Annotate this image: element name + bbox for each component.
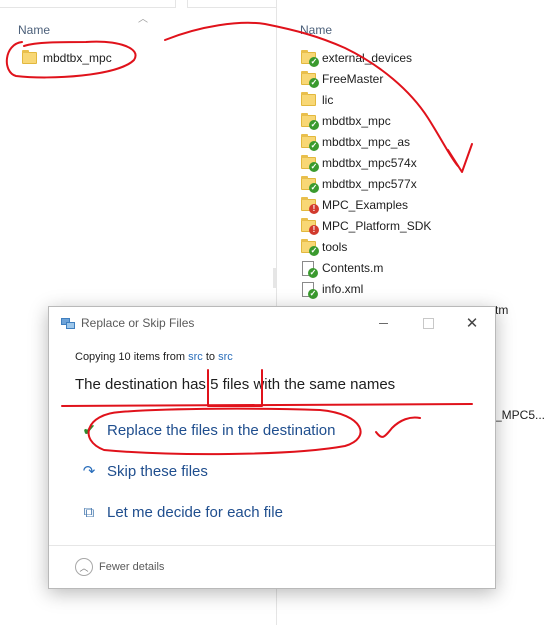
- file-name: external_devices: [322, 51, 413, 65]
- right-item-mpc-platform-sdk[interactable]: ! MPC_Platform_SDK: [301, 216, 431, 236]
- right-toolbar-strip: [187, 0, 277, 8]
- conflict-prefix: The destination has: [75, 376, 211, 393]
- folder-icon: [301, 92, 316, 106]
- folder-sync-ok-icon: ✓: [301, 155, 319, 172]
- folder-sync-ok-icon: ✓: [301, 71, 319, 88]
- file-name: Contents.m: [322, 261, 384, 275]
- file-sync-ok-icon: ✓: [302, 281, 318, 299]
- compare-files-icon: ⧉: [83, 503, 95, 521]
- left-name-column-header[interactable]: Name: [18, 20, 268, 40]
- folder-sync-ok-icon: ✓: [301, 239, 319, 256]
- file-name-partial: _MPC5...: [495, 408, 546, 422]
- dialog-titlebar[interactable]: Replace or Skip Files ✕: [49, 307, 495, 339]
- skip-arrow-icon: ↷: [82, 463, 96, 480]
- source-folder-link[interactable]: src: [188, 351, 203, 363]
- minimize-button[interactable]: [375, 315, 391, 331]
- file-name: MPC_Platform_SDK: [322, 219, 432, 233]
- option-label: Let me decide for each file: [107, 503, 283, 521]
- file-name: lic: [322, 93, 334, 107]
- copying-mid: to: [202, 351, 219, 363]
- fewer-details-label: Fewer details: [99, 561, 165, 573]
- file-name-partial: tm: [495, 303, 509, 317]
- chevron-up-icon: ︿: [75, 558, 93, 576]
- folder-sync-ok-icon: ✓: [301, 176, 319, 193]
- folder-icon: [22, 50, 37, 64]
- folder-sync-ok-icon: ✓: [301, 134, 319, 151]
- folder-sync-error-icon: !: [301, 197, 319, 214]
- copying-prefix: Copying 10 items from: [75, 351, 189, 363]
- right-item-info-xml[interactable]: ✓ info.xml: [301, 279, 363, 299]
- replace-files-option[interactable]: ✔ Replace the files in the destination: [79, 417, 336, 443]
- file-copy-icon: [61, 318, 75, 329]
- file-name: FreeMaster: [322, 72, 384, 86]
- right-item-tools[interactable]: ✓ tools: [301, 237, 347, 257]
- maximize-button[interactable]: [420, 315, 436, 331]
- column-header-label: Name: [300, 23, 333, 37]
- column-header-label: Name: [18, 23, 51, 37]
- file-sync-ok-icon: ✓: [302, 260, 318, 278]
- conflict-suffix: with the same names: [249, 376, 396, 393]
- skip-files-option[interactable]: ↷ Skip these files: [79, 458, 208, 484]
- right-item-mbdtbx-mpc-as[interactable]: ✓ mbdtbx_mpc_as: [301, 132, 410, 152]
- right-name-column-header[interactable]: Name: [300, 20, 555, 40]
- right-item-mbdtbx-mpc577x[interactable]: ✓ mbdtbx_mpc577x: [301, 174, 417, 194]
- option-label: Skip these files: [107, 462, 208, 480]
- left-toolbar-strip: [0, 0, 176, 8]
- file-name: mbdtbx_mpc574x: [322, 156, 417, 170]
- folder-sync-error-icon: !: [301, 218, 319, 235]
- file-name: MPC_Examples: [322, 198, 409, 212]
- folder-sync-ok-icon: ✓: [301, 113, 319, 130]
- right-item-mbdtbx-mpc574x[interactable]: ✓ mbdtbx_mpc574x: [301, 153, 417, 173]
- right-item-mbdtbx-mpc[interactable]: ✓ mbdtbx_mpc: [301, 111, 391, 131]
- checkmark-icon: ✔: [82, 422, 96, 439]
- file-name: mbdtbx_mpc577x: [322, 177, 417, 191]
- close-button[interactable]: ✕: [464, 315, 480, 332]
- file-name: mbdtbx_mpc_as: [322, 135, 411, 149]
- file-name: mbdtbx_mpc: [322, 114, 391, 128]
- conflict-count: 5 files: [210, 376, 250, 393]
- copying-summary: Copying 10 items from src to src: [75, 351, 233, 363]
- replace-or-skip-dialog: Replace or Skip Files ✕ Copying 10 items…: [48, 306, 496, 589]
- conflict-summary: The destination has 5 files with the sam…: [75, 376, 395, 393]
- destination-folder-link[interactable]: src: [218, 351, 233, 363]
- folder-sync-ok-icon: ✓: [301, 50, 319, 67]
- right-item-partial[interactable]: tm: [495, 300, 508, 320]
- file-name: info.xml: [322, 282, 364, 296]
- file-name: mbdtbx_mpc: [43, 51, 112, 65]
- dialog-footer: ︿ Fewer details: [49, 545, 495, 588]
- right-item-contents-m[interactable]: ✓ Contents.m: [301, 258, 383, 278]
- file-name: tools: [322, 240, 348, 254]
- option-label: Replace the files in the destination: [107, 421, 336, 439]
- right-item-lic[interactable]: lic: [301, 90, 333, 110]
- right-item-mpc-examples[interactable]: ! MPC_Examples: [301, 195, 408, 215]
- decide-each-file-option[interactable]: ⧉ Let me decide for each file: [79, 499, 283, 525]
- pane-scrollbar[interactable]: [273, 268, 276, 288]
- left-item-mbdtbx-mpc[interactable]: mbdtbx_mpc: [22, 48, 112, 68]
- right-item-partial[interactable]: _MPC5...: [495, 405, 545, 425]
- right-item-freemaster[interactable]: ✓ FreeMaster: [301, 69, 383, 89]
- fewer-details-button[interactable]: ︿ Fewer details: [75, 558, 164, 576]
- right-item-external-devices[interactable]: ✓ external_devices: [301, 48, 412, 68]
- dialog-title: Replace or Skip Files: [81, 316, 195, 330]
